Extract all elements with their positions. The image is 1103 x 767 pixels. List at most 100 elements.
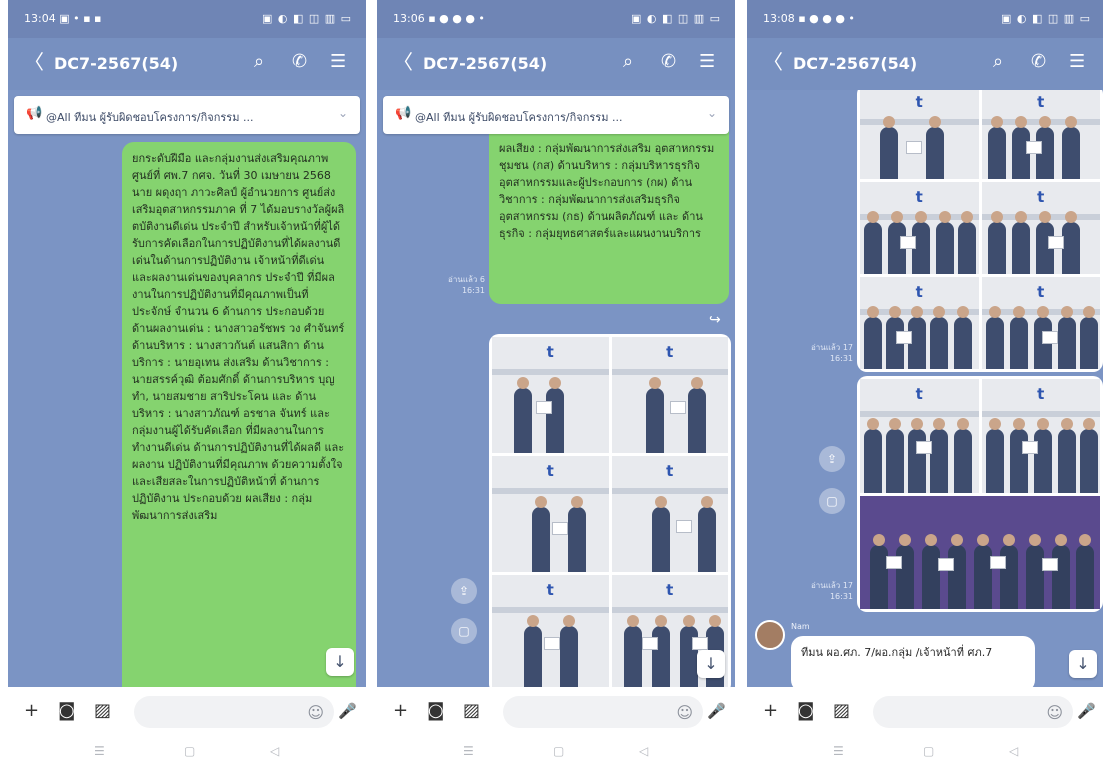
plus-icon[interactable]: + — [763, 700, 778, 722]
scroll-down-button[interactable]: ↓ — [697, 650, 725, 678]
recent-apps-icon[interactable]: ☰ — [94, 744, 105, 758]
scroll-down-button[interactable]: ↓ — [1069, 650, 1097, 678]
photo[interactable]: t — [860, 277, 979, 369]
forward-icon[interactable]: ↪ — [709, 312, 721, 328]
image-icon[interactable]: ▨ — [94, 700, 111, 722]
photo[interactable]: t — [492, 456, 609, 572]
logo-icon: t — [1037, 385, 1045, 403]
search-icon[interactable]: ⌕ — [254, 52, 264, 72]
photo[interactable]: t — [981, 90, 1100, 179]
camera-icon[interactable]: ◙ — [58, 700, 75, 722]
save-icon[interactable]: ▢ — [451, 618, 477, 644]
back-icon[interactable]: 〈 — [763, 52, 783, 72]
chat-title: DC7-2567(54) — [423, 54, 548, 73]
emoji-icon[interactable]: ☺ — [676, 703, 693, 722]
menu-icon[interactable]: ☰ — [699, 52, 715, 72]
status-icons: ▣ ◐ ◧ ◫ ▥ ▭ — [1000, 12, 1091, 25]
plus-icon[interactable]: + — [393, 700, 408, 722]
nav-back-icon[interactable]: ◁ — [1009, 744, 1018, 758]
plus-icon[interactable]: + — [24, 700, 39, 722]
mic-icon[interactable]: 🎤 — [707, 700, 726, 722]
photo[interactable]: t — [860, 182, 979, 274]
logo-icon: t — [666, 462, 674, 480]
reply-bubble[interactable]: ทีมน ผอ.ศภ. 7/ผอ.กลุ่ม /เจ้าหน้าที่ ศภ.7 — [791, 636, 1035, 687]
sender-name: Nam — [791, 622, 810, 631]
mic-icon[interactable]: 🎤 — [1077, 700, 1096, 722]
status-bar: 13:04 ▣ • ▪ ▪ ▣ ◐ ◧ ◫ ▥ ▭ — [8, 0, 366, 38]
screenshot-panel-3: 13:08 ▪ ● ● ● • ▣ ◐ ◧ ◫ ▥ ▭ 〈 DC7-2567(5… — [747, 0, 1103, 767]
home-icon[interactable]: ▢ — [184, 744, 195, 758]
logo-icon: t — [915, 385, 923, 403]
photo[interactable]: t — [981, 379, 1100, 493]
status-time: 13:06 ▪ ● ● ● • — [393, 12, 485, 25]
megaphone-icon: 📢 — [395, 106, 412, 121]
photo-grid[interactable]: t t t t t t — [857, 90, 1103, 372]
chat-area[interactable]: 📢 @All ทีมน ผู้รับผิดชอบโครงการ/กิจกรรม … — [377, 90, 735, 687]
photo-grid[interactable]: t t — [857, 376, 1103, 612]
home-icon[interactable]: ▢ — [553, 744, 564, 758]
photo[interactable]: t — [860, 90, 979, 179]
logo-icon: t — [546, 581, 554, 599]
chevron-down-icon[interactable]: ⌄ — [707, 106, 717, 120]
camera-icon[interactable]: ◙ — [427, 700, 444, 722]
system-nav-bar: ☰ ▢ ◁ — [377, 737, 735, 767]
photo[interactable]: t — [860, 379, 979, 493]
camera-icon[interactable]: ◙ — [797, 700, 814, 722]
message-read-time: อ่านแล้ว 17 16:31 — [810, 581, 853, 601]
chat-area[interactable]: t t t t t t อ่านแล้ว 17 16:31 t t อ่านแล… — [747, 90, 1103, 687]
message-bubble[interactable]: ยกระดับฝีมือ และกลุ่มงานส่งเสริมคุณภาพ ศ… — [122, 142, 356, 687]
search-icon[interactable]: ⌕ — [623, 52, 633, 72]
share-icon[interactable]: ⇪ — [819, 446, 845, 472]
chevron-down-icon[interactable]: ⌄ — [338, 106, 348, 120]
emoji-icon[interactable]: ☺ — [307, 703, 324, 722]
nav-back-icon[interactable]: ◁ — [270, 744, 279, 758]
avatar[interactable] — [755, 620, 785, 650]
home-icon[interactable]: ▢ — [923, 744, 934, 758]
chat-title: DC7-2567(54) — [793, 54, 918, 73]
emoji-icon[interactable]: ☺ — [1046, 703, 1063, 722]
mic-icon[interactable]: 🎤 — [338, 700, 357, 722]
share-icon[interactable]: ⇪ — [451, 578, 477, 604]
logo-icon: t — [915, 283, 923, 301]
phone-icon[interactable]: ✆ — [661, 52, 676, 72]
message-input[interactable]: ☺ — [503, 696, 703, 728]
menu-icon[interactable]: ☰ — [1069, 52, 1085, 72]
photo[interactable]: t — [492, 575, 609, 687]
photo[interactable]: t — [611, 456, 728, 572]
status-bar: 13:08 ▪ ● ● ● • ▣ ◐ ◧ ◫ ▥ ▭ — [747, 0, 1103, 38]
logo-icon: t — [546, 343, 554, 361]
scroll-down-button[interactable]: ↓ — [326, 648, 354, 676]
announcement-bar[interactable]: 📢 @All ทีมน ผู้รับผิดชอบโครงการ/กิจกรรม … — [383, 96, 729, 134]
search-icon[interactable]: ⌕ — [993, 52, 1003, 72]
back-icon[interactable]: 〈 — [393, 52, 413, 72]
menu-icon[interactable]: ☰ — [330, 52, 346, 72]
photo-grid[interactable]: t t t t t t — [489, 334, 731, 687]
phone-icon[interactable]: ✆ — [292, 52, 307, 72]
message-input[interactable]: ☺ — [873, 696, 1073, 728]
phone-icon[interactable]: ✆ — [1031, 52, 1046, 72]
back-icon[interactable]: 〈 — [24, 52, 44, 72]
recent-apps-icon[interactable]: ☰ — [833, 744, 844, 758]
chat-header: 〈 DC7-2567(54) ⌕ ✆ ☰ — [747, 38, 1103, 90]
photo[interactable]: t — [492, 337, 609, 453]
status-bar: 13:06 ▪ ● ● ● • ▣ ◐ ◧ ◫ ▥ ▭ — [377, 0, 735, 38]
save-icon[interactable]: ▢ — [819, 488, 845, 514]
system-nav-bar: ☰ ▢ ◁ — [747, 737, 1103, 767]
image-icon[interactable]: ▨ — [833, 700, 850, 722]
group-photo[interactable] — [860, 495, 1100, 609]
message-bubble[interactable]: ผลเสียง : กลุ่มพัฒนาการส่งเสริม อุตสาหกร… — [489, 118, 729, 304]
announcement-bar[interactable]: 📢 @All ทีมน ผู้รับผิดชอบโครงการ/กิจกรรม … — [14, 96, 360, 134]
photo[interactable]: t — [981, 182, 1100, 274]
chat-area[interactable]: 📢 @All ทีมน ผู้รับผิดชอบโครงการ/กิจกรรม … — [8, 90, 366, 687]
image-icon[interactable]: ▨ — [463, 700, 480, 722]
logo-icon: t — [1037, 93, 1045, 111]
chat-header: 〈 DC7-2567(54) ⌕ ✆ ☰ — [377, 38, 735, 90]
recent-apps-icon[interactable]: ☰ — [463, 744, 474, 758]
photo[interactable]: t — [611, 337, 728, 453]
input-bar: + ◙ ▨ ☺ 🎤 — [8, 687, 366, 737]
nav-back-icon[interactable]: ◁ — [639, 744, 648, 758]
logo-icon: t — [546, 462, 554, 480]
photo[interactable]: t — [981, 277, 1100, 369]
logo-icon: t — [1037, 188, 1045, 206]
message-input[interactable]: ☺ — [134, 696, 334, 728]
